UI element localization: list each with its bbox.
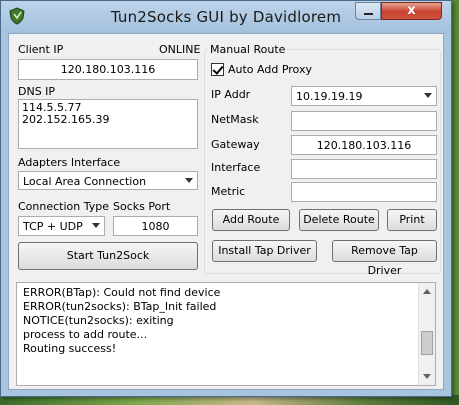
client-ip-value: 120.180.103.116: [60, 63, 156, 76]
log-line: process to add route...: [23, 328, 148, 341]
netmask-field[interactable]: [291, 111, 437, 131]
remove-tap-driver-button[interactable]: Remove Tap Driver: [332, 240, 437, 277]
app-window: Tun2Socks GUI by Davidlorem x Client IP …: [0, 0, 452, 397]
adapter-select[interactable]: Local Area Connection: [18, 171, 198, 190]
ip-addr-label: IP Addr: [211, 88, 251, 101]
metric-label: Metric: [211, 185, 246, 198]
scroll-up-icon[interactable]: [423, 289, 431, 294]
connection-type-select[interactable]: TCP + UDP: [18, 216, 105, 236]
minimize-icon[interactable]: [355, 2, 381, 20]
manual-route-title: Manual Route: [208, 43, 288, 56]
socks-port-field[interactable]: 1080: [113, 216, 198, 236]
delete-route-button[interactable]: Delete Route: [299, 209, 379, 231]
print-button[interactable]: Print: [387, 209, 437, 231]
auto-add-proxy-checkbox[interactable]: [211, 63, 224, 76]
log-scrollbar[interactable]: [418, 283, 435, 385]
scroll-down-icon[interactable]: [423, 374, 431, 379]
status-label: ONLINE: [159, 43, 201, 56]
log-line: NOTICE(tun2socks): exiting: [23, 314, 174, 327]
connection-type-value: TCP + UDP: [23, 220, 83, 233]
log-line: ERROR(tun2socks): BTap_Init failed: [23, 300, 217, 313]
dns-ip-textarea[interactable]: 114.5.5.77 202.152.165.39: [18, 99, 198, 149]
interface-field[interactable]: [291, 159, 437, 179]
log-line: Routing success!: [23, 342, 117, 355]
log-line: ERROR(BTap): Could not find device: [23, 286, 221, 299]
metric-field[interactable]: [291, 182, 437, 202]
client-ip-field[interactable]: 120.180.103.116: [18, 59, 198, 80]
connection-type-label: Connection Type: [18, 200, 110, 213]
title-bar[interactable]: Tun2Socks GUI by Davidlorem x: [1, 1, 451, 33]
log-lines: ERROR(BTap): Could not find device ERROR…: [23, 286, 220, 356]
auto-add-proxy-label: Auto Add Proxy: [228, 63, 312, 76]
start-tun2sock-button[interactable]: Start Tun2Sock: [18, 242, 198, 270]
dns-ip-label: DNS IP: [18, 85, 56, 98]
chevron-down-icon: [92, 223, 100, 228]
close-icon[interactable]: x: [381, 2, 442, 20]
netmask-label: NetMask: [211, 113, 259, 126]
interface-label: Interface: [211, 161, 261, 174]
chevron-down-icon: [424, 93, 432, 98]
install-tap-driver-button[interactable]: Install Tap Driver: [212, 240, 317, 262]
ip-addr-value: 10.19.19.19: [296, 90, 363, 103]
chevron-down-icon: [185, 178, 193, 183]
client-area: Client IP ONLINE 120.180.103.116 DNS IP …: [8, 33, 444, 390]
ip-addr-select[interactable]: 10.19.19.19: [291, 86, 437, 106]
client-ip-label: Client IP: [18, 43, 64, 56]
log-output[interactable]: ERROR(BTap): Could not find device ERROR…: [16, 282, 436, 386]
dns-line: 202.152.165.39: [22, 113, 110, 126]
socks-port-value: 1080: [141, 220, 170, 233]
gateway-label: Gateway: [211, 138, 260, 151]
add-route-button[interactable]: Add Route: [212, 209, 290, 231]
adapters-interface-label: Adapters Interface: [18, 156, 121, 169]
adapter-select-value: Local Area Connection: [23, 175, 147, 188]
gateway-value: 120.180.103.116: [316, 139, 412, 152]
socks-port-label: Socks Port: [113, 200, 171, 213]
scroll-thumb[interactable]: [421, 331, 433, 355]
gateway-field[interactable]: 120.180.103.116: [291, 135, 437, 155]
